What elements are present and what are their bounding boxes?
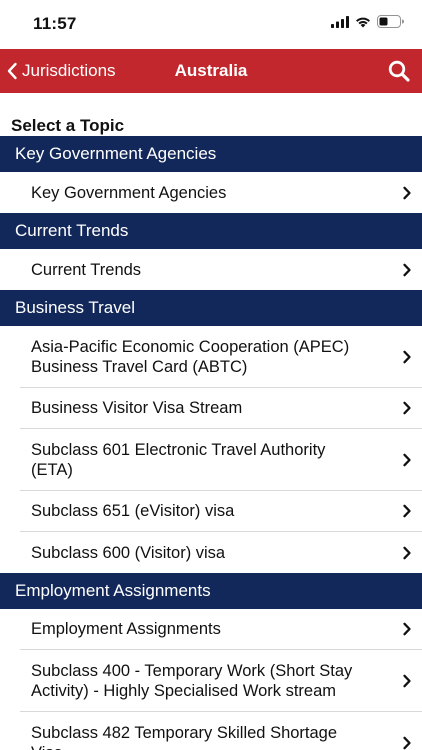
topic-row[interactable]: Subclass 600 (Visitor) visa	[20, 532, 422, 573]
topic-label-line: Asia-Pacific Economic Cooperation (APEC)	[31, 337, 350, 356]
section-header: Business Travel	[0, 290, 422, 326]
topic-label-line: (ETA)	[31, 460, 73, 479]
topic-label-line: Activity) - Highly Specialised Work stre…	[31, 681, 337, 700]
topic-label-line: Current Trends	[31, 260, 142, 279]
topic-label-line: Subclass 400 - Temporary Work (Short Sta…	[31, 661, 353, 680]
chevron-right-icon	[402, 263, 412, 277]
section-heading: Select a Topic	[11, 116, 125, 135]
status-bar: 11:57	[0, 0, 422, 49]
topic-label-line: Visa	[31, 743, 337, 750]
chevron-right-icon	[402, 186, 412, 200]
topic-row[interactable]: Subclass 482 Temporary Skilled ShortageV…	[20, 712, 422, 750]
topic-label-line: Employment Assignments	[31, 620, 221, 638]
section-header: Employment Assignments	[0, 573, 422, 609]
topic-label-line: Business Travel Card (ABTC)	[31, 357, 248, 376]
chevron-right-icon	[402, 350, 412, 364]
battery-icon	[377, 15, 404, 28]
topic-label: Asia-Pacific Economic Cooperation (APEC)…	[31, 337, 349, 377]
search-icon	[388, 60, 410, 82]
section-header: Key Government Agencies	[0, 136, 422, 172]
topic-row[interactable]: Subclass 400 - Temporary Work (Short Sta…	[20, 650, 422, 712]
search-button[interactable]	[384, 56, 414, 86]
chevron-right-icon	[402, 504, 412, 518]
topic-label: Subclass 400 - Temporary Work (Short Sta…	[31, 661, 352, 701]
back-button-label: Jurisdictions	[22, 61, 116, 80]
chevron-right-icon	[402, 622, 412, 636]
status-time: 11:57	[33, 14, 77, 33]
topic-label-line: Subclass 482 Temporary Skilled Shortage	[31, 724, 338, 742]
topic-row[interactable]: Employment Assignments	[20, 609, 422, 650]
topic-label-line: Key Government Agencies	[31, 183, 227, 202]
sections-container: Key Government Agencies Key Government Ag…	[0, 136, 422, 750]
topic-list: Select a Topic Key Government Agencies Ke…	[0, 93, 422, 750]
topic-label-line: Business Visitor Visa Stream	[31, 399, 243, 417]
topic-label-line: Subclass 601 Electronic Travel Authority	[31, 440, 326, 459]
chevron-right-icon	[402, 401, 412, 415]
topic-label: Business Visitor Visa Stream	[31, 398, 242, 418]
topic-row[interactable]: Subclass 601 Electronic Travel Authority…	[20, 429, 422, 491]
signal-icon	[331, 15, 349, 28]
topic-label-line: Subclass 600 (Visitor) visa	[31, 543, 226, 562]
chevron-right-icon	[402, 736, 412, 750]
topic-row[interactable]: Asia-Pacific Economic Cooperation (APEC)…	[20, 326, 422, 388]
wifi-icon	[356, 17, 370, 27]
topic-label: Subclass 651 (eVisitor) visa	[31, 501, 234, 521]
chevron-right-icon	[402, 453, 412, 467]
topic-row[interactable]: Current Trends	[20, 249, 422, 290]
back-chevron-icon	[7, 62, 17, 80]
topic-row[interactable]: Subclass 651 (eVisitor) visa	[20, 491, 422, 532]
topic-label: Subclass 600 (Visitor) visa	[31, 543, 225, 563]
topic-row[interactable]: Key Government Agencies	[20, 172, 422, 213]
navigation-bar: Jurisdictions Australia	[0, 49, 422, 93]
chevron-right-icon	[402, 674, 412, 688]
back-button[interactable]: Jurisdictions	[6, 49, 116, 93]
topic-label: Subclass 601 Electronic Travel Authority…	[31, 440, 325, 480]
status-icons	[331, 15, 404, 28]
topic-label: Employment Assignments	[31, 619, 221, 639]
section-header: Current Trends	[0, 213, 422, 249]
topic-label: Current Trends	[31, 260, 141, 280]
chevron-right-icon	[402, 546, 412, 560]
topic-label: Subclass 482 Temporary Skilled ShortageV…	[31, 723, 337, 750]
topic-label-line: Subclass 651 (eVisitor) visa	[31, 502, 235, 520]
topic-label: Key Government Agencies	[31, 183, 226, 203]
topic-row[interactable]: Business Visitor Visa Stream	[20, 388, 422, 429]
